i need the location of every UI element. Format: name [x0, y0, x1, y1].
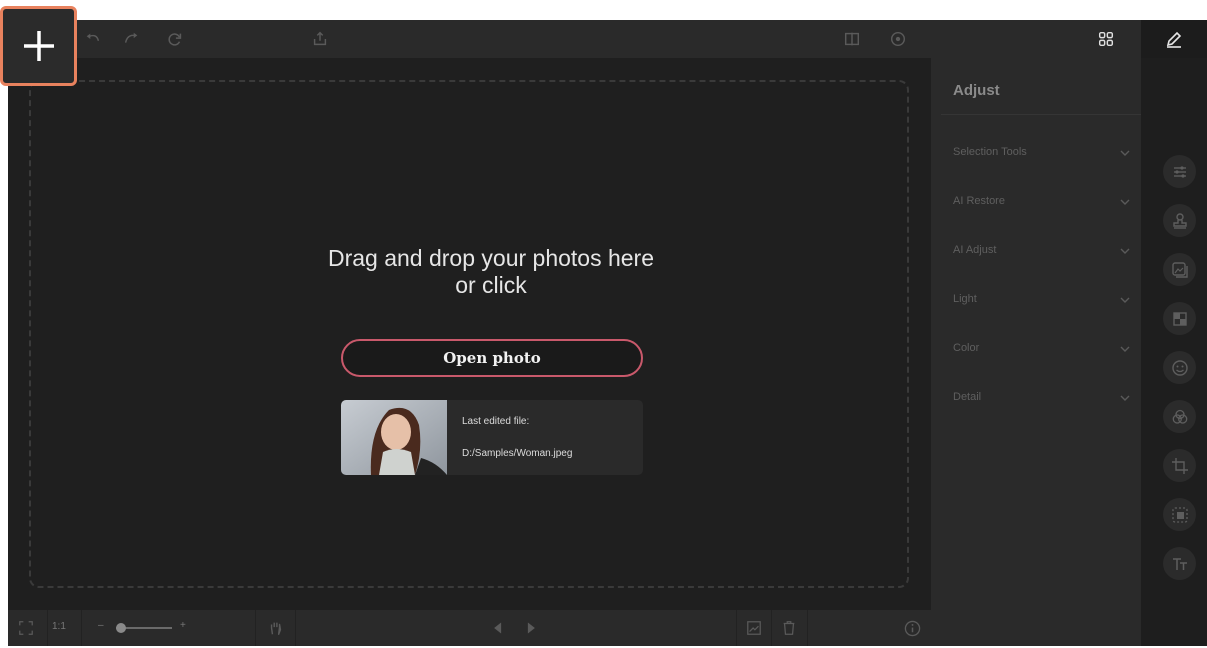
- mosaic-icon[interactable]: [1163, 302, 1196, 335]
- top-toolbar: [8, 20, 1207, 58]
- zoom-slider-handle[interactable]: [116, 623, 126, 633]
- preview-icon[interactable]: [888, 29, 908, 49]
- section-label: AI Restore: [953, 195, 1005, 207]
- zoom-out-button[interactable]: –: [98, 620, 104, 631]
- image-info-icon[interactable]: [745, 619, 763, 637]
- previous-photo-icon[interactable]: [489, 619, 507, 637]
- last-edited-thumbnail: [341, 400, 447, 475]
- info-icon[interactable]: [903, 619, 921, 637]
- chevron-down-icon: [1120, 150, 1130, 156]
- section-ai-restore[interactable]: AI Restore: [941, 187, 1131, 217]
- section-label: Detail: [953, 391, 982, 403]
- photo-canvas[interactable]: Drag and drop your photos here or click …: [8, 58, 931, 610]
- section-color[interactable]: Color: [941, 334, 1131, 364]
- redo-icon[interactable]: [121, 29, 141, 49]
- chevron-down-icon: [1120, 297, 1130, 303]
- crop-icon[interactable]: [1163, 449, 1196, 482]
- zoom-slider-segment: – +: [82, 610, 256, 646]
- chevron-down-icon: [1120, 199, 1130, 205]
- tool-strip: [1141, 58, 1207, 646]
- panel-title: Adjust: [953, 82, 1000, 99]
- last-edited-file-card[interactable]: Last edited file: D:/Samples/Woman.jpeg: [341, 400, 643, 475]
- fit-segment: [8, 610, 48, 646]
- resize-icon[interactable]: [1163, 498, 1196, 531]
- zoom-actual-size-button[interactable]: 1:1: [52, 621, 66, 632]
- drop-text-line1: Drag and drop your photos here: [327, 245, 655, 271]
- chevron-down-icon: [1120, 395, 1130, 401]
- last-edited-path: D:/Samples/Woman.jpeg: [462, 448, 573, 459]
- text-icon[interactable]: [1163, 547, 1196, 580]
- chevron-down-icon: [1120, 346, 1130, 352]
- edit-icon: [1166, 31, 1182, 48]
- adjust-panel: Adjust Selection Tools AI Restore AI Adj…: [931, 58, 1141, 646]
- open-photo-button[interactable]: Open photo: [341, 339, 643, 377]
- section-label: Color: [953, 342, 980, 354]
- compare-icon[interactable]: [842, 29, 862, 49]
- fit-to-screen-icon[interactable]: [17, 619, 35, 637]
- last-edited-label: Last edited file:: [462, 416, 530, 427]
- delete-segment: [772, 610, 808, 646]
- drop-text-line2: or click: [455, 272, 527, 298]
- undo-icon[interactable]: [83, 29, 103, 49]
- section-selection-tools[interactable]: Selection Tools: [941, 138, 1131, 168]
- hand-segment: [256, 610, 296, 646]
- export-icon[interactable]: [310, 29, 330, 49]
- delete-icon[interactable]: [780, 619, 798, 637]
- section-label: Selection Tools: [953, 146, 1027, 158]
- section-ai-adjust[interactable]: AI Adjust: [941, 236, 1131, 266]
- app-window: Drag and drop your photos here or click …: [8, 20, 1207, 646]
- section-light[interactable]: Light: [941, 285, 1131, 315]
- zoom-actual-segment: 1:1: [48, 610, 82, 646]
- panel-divider: [941, 114, 1141, 115]
- edit-mode-tab[interactable]: [1141, 20, 1207, 58]
- section-label: Light: [953, 293, 977, 305]
- color-circles-icon[interactable]: [1163, 400, 1196, 433]
- add-icon: [23, 31, 54, 61]
- drop-instructions: Drag and drop your photos here or click: [271, 245, 711, 299]
- image-segment: [736, 610, 772, 646]
- section-detail[interactable]: Detail: [941, 383, 1131, 413]
- chevron-down-icon: [1120, 248, 1130, 254]
- image-frame-icon[interactable]: [1163, 253, 1196, 286]
- stamp-icon[interactable]: [1163, 204, 1196, 237]
- adjust-sliders-icon[interactable]: [1163, 155, 1196, 188]
- hand-tool-icon[interactable]: [267, 619, 285, 637]
- reset-icon[interactable]: [165, 29, 185, 49]
- drop-zone[interactable]: Drag and drop your photos here or click …: [29, 80, 909, 588]
- section-label: AI Adjust: [953, 244, 997, 256]
- next-photo-icon[interactable]: [522, 619, 540, 637]
- zoom-in-button[interactable]: +: [180, 620, 186, 631]
- face-retouch-icon[interactable]: [1163, 351, 1196, 384]
- gallery-icon[interactable]: [1096, 29, 1116, 49]
- bottom-toolbar: 1:1 – +: [8, 610, 931, 646]
- add-photo-button[interactable]: [0, 6, 77, 86]
